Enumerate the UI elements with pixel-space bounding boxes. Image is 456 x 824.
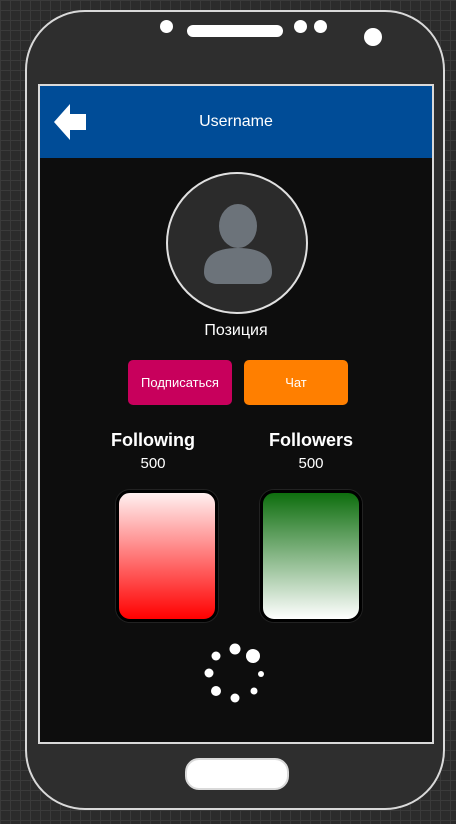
avatar	[166, 172, 308, 314]
chat-button[interactable]: Чат	[244, 360, 348, 405]
front-camera	[364, 28, 382, 46]
page-title: Username	[199, 113, 273, 130]
subscribe-button[interactable]: Подписаться	[128, 360, 232, 405]
phone-frame: Username Позиция Подписаться Чат Followi…	[25, 10, 445, 810]
user-silhouette-icon	[204, 204, 272, 284]
loading-spinner-icon	[200, 636, 270, 706]
speaker-grille	[187, 25, 283, 37]
following-count: 500	[140, 455, 166, 472]
followers-label: Followers	[268, 430, 353, 450]
following-label: Following	[111, 430, 195, 450]
app-header: Username	[40, 86, 432, 158]
position-label: Позиция	[204, 322, 268, 339]
following-card[interactable]	[116, 490, 218, 622]
home-button[interactable]	[185, 758, 289, 790]
sensor-dot-right	[314, 20, 327, 33]
sensor-dot-left	[160, 20, 173, 33]
app-screen: Username Позиция Подписаться Чат Followi…	[38, 84, 434, 744]
followers-count: 500	[298, 455, 324, 472]
followers-card[interactable]	[260, 490, 362, 622]
sensor-dot-mid	[294, 20, 307, 33]
